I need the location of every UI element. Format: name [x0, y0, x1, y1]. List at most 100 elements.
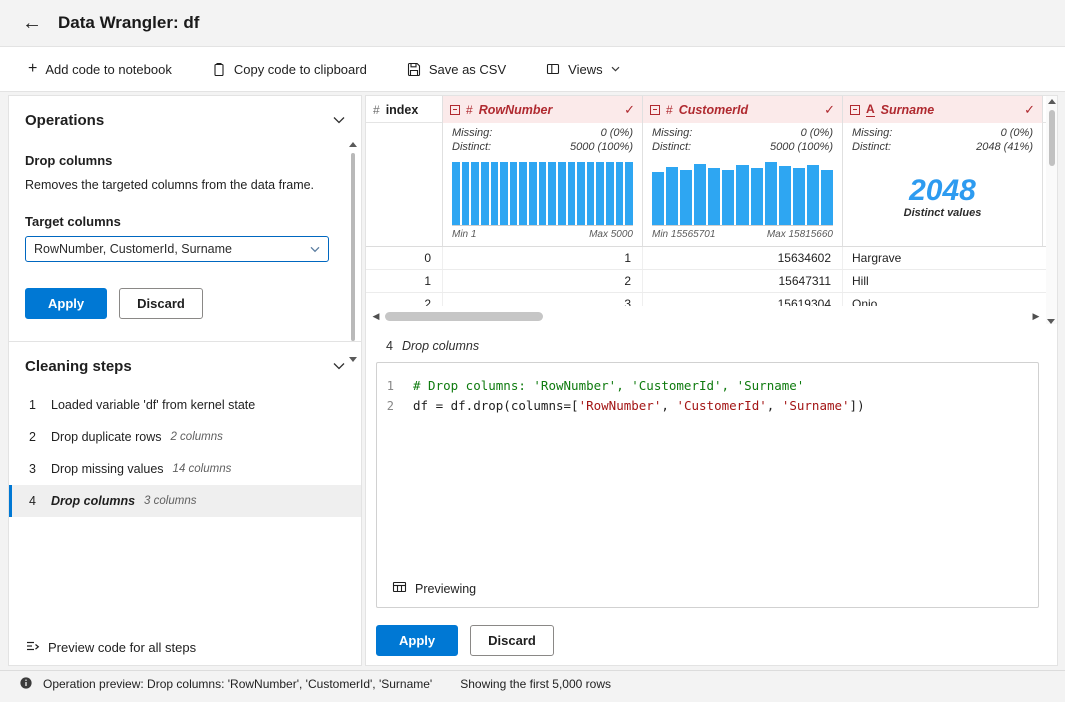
- line-number: 2: [377, 396, 413, 416]
- scroll-right-arrow-icon[interactable]: ▶: [1029, 308, 1043, 324]
- scroll-down-arrow-icon[interactable]: [349, 357, 357, 362]
- chevron-down-icon: [333, 111, 345, 129]
- cleaning-steps-section-header[interactable]: Cleaning steps: [9, 342, 361, 385]
- save-csv-label: Save as CSV: [429, 62, 506, 77]
- numeric-type-icon: #: [373, 103, 380, 117]
- save-as-csv-button[interactable]: Save as CSV: [407, 62, 506, 77]
- operation-description: Removes the targeted columns from the da…: [25, 176, 317, 194]
- toolbar: + Add code to notebook Copy code to clip…: [0, 46, 1065, 92]
- column-name: CustomerId: [679, 103, 818, 117]
- code-string: 'RowNumber': [579, 398, 662, 413]
- grid-horizontal-scrollbar[interactable]: ◀ ▶: [369, 308, 1043, 324]
- operations-section-header[interactable]: Operations: [9, 96, 361, 139]
- missing-value: 0 (0%): [1001, 127, 1033, 139]
- code-step-title: 4 Drop columns: [386, 339, 479, 353]
- discard-button[interactable]: Discard: [470, 625, 554, 656]
- cleaning-steps-title: Cleaning steps: [25, 358, 132, 375]
- chevron-down-icon: [333, 357, 345, 375]
- step-badge: 14 columns: [173, 463, 232, 475]
- scrollbar-track[interactable]: [383, 308, 1029, 324]
- table-row[interactable]: 1 2 15647311 Hill: [366, 270, 1046, 293]
- page-title: Data Wrangler: df: [58, 13, 199, 33]
- views-dropdown[interactable]: Views: [546, 62, 619, 77]
- code-step-number: 4: [386, 339, 393, 353]
- cleaning-step-3[interactable]: 3 Drop missing values 14 columns: [9, 453, 361, 485]
- previewing-status: Previewing: [392, 580, 476, 597]
- cleaning-step-4-active[interactable]: 4 Drop columns 3 columns: [9, 485, 361, 517]
- code-string: 'Surname': [782, 398, 850, 413]
- cell-surname: Hargrave: [842, 247, 1042, 269]
- status-bar: Operation preview: Drop columns: 'RowNum…: [0, 670, 1065, 697]
- scrollbar-thumb[interactable]: [385, 312, 543, 321]
- discard-button[interactable]: Discard: [119, 288, 203, 319]
- customerid-histogram[interactable]: [652, 162, 833, 226]
- missing-value: 0 (0%): [601, 127, 633, 139]
- apply-button[interactable]: Apply: [25, 288, 107, 319]
- add-code-to-notebook-button[interactable]: + Add code to notebook: [28, 61, 172, 77]
- checkmark-icon: ✓: [624, 102, 635, 118]
- table-row[interactable]: 2 3 15619304 Onio: [366, 293, 1046, 306]
- scrollbar-thumb[interactable]: [351, 153, 355, 341]
- chevron-down-icon: [611, 66, 620, 72]
- scrollbar-thumb[interactable]: [1049, 110, 1055, 166]
- operations-scrollbar[interactable]: [348, 142, 358, 362]
- rownumber-histogram[interactable]: [452, 162, 633, 226]
- scroll-up-arrow-icon[interactable]: [349, 142, 357, 147]
- deselect-column-icon[interactable]: [850, 105, 860, 115]
- index-column-header[interactable]: # index: [366, 96, 442, 123]
- distinct-label: Distinct:: [652, 141, 691, 153]
- scroll-left-arrow-icon[interactable]: ◀: [369, 308, 383, 324]
- cell-customerid: 15634602: [642, 247, 842, 269]
- distinct-count: 2048: [909, 174, 976, 207]
- code-editor[interactable]: 1 # Drop columns: 'RowNumber', 'Customer…: [376, 362, 1039, 608]
- deselect-column-icon[interactable]: [450, 105, 460, 115]
- copy-code-button[interactable]: Copy code to clipboard: [212, 62, 367, 77]
- grid-header-row: # index # RowNumber ✓ # CustomerId ✓: [366, 96, 1046, 123]
- grid-summary-row: Missing: 0 (0%) Distinct: 5000 (100%) Mi…: [366, 123, 1046, 247]
- add-code-label: Add code to notebook: [45, 62, 172, 77]
- table-row[interactable]: 0 1 15634602 Hargrave: [366, 247, 1046, 270]
- code-string: 'CustomerId': [676, 398, 766, 413]
- back-arrow-icon[interactable]: ←: [22, 13, 42, 33]
- cleaning-step-1[interactable]: 1 Loaded variable 'df' from kernel state: [9, 389, 361, 421]
- column-header-customerid[interactable]: # CustomerId ✓: [642, 96, 842, 123]
- distinct-stat: Distinct: 2048 (41%): [843, 140, 1042, 154]
- distinct-stat: Distinct: 5000 (100%): [643, 140, 842, 154]
- apply-button[interactable]: Apply: [376, 625, 458, 656]
- code-token: df = df.drop(columns=[: [413, 398, 579, 413]
- text-type-icon: A: [866, 103, 875, 117]
- numeric-type-icon: #: [466, 103, 473, 117]
- row-index: 0: [366, 251, 442, 265]
- grid-vertical-scrollbar[interactable]: [1046, 96, 1057, 324]
- operation-actions: Apply Discard: [25, 288, 345, 319]
- operation-name: Drop columns: [25, 153, 345, 168]
- deselect-column-icon[interactable]: [650, 105, 660, 115]
- distinct-label: Distinct:: [852, 141, 891, 153]
- right-panel: # index # RowNumber ✓ # CustomerId ✓: [365, 95, 1058, 666]
- scroll-up-arrow-icon[interactable]: [1048, 99, 1056, 104]
- distinct-caption: Distinct values: [904, 207, 982, 219]
- min-max-labels: Min 15565701 Max 15815660: [643, 226, 842, 240]
- target-columns-combobox[interactable]: RowNumber, CustomerId, Surname: [25, 236, 329, 262]
- distinct-stat: Distinct: 5000 (100%): [443, 140, 642, 154]
- data-grid: # index # RowNumber ✓ # CustomerId ✓: [366, 96, 1046, 306]
- distinct-label: Distinct:: [452, 141, 491, 153]
- min-label: Min 1: [452, 229, 476, 240]
- step-number: 3: [29, 462, 44, 476]
- column-header-surname[interactable]: A Surname ✓: [842, 96, 1042, 123]
- target-columns-label: Target columns: [25, 214, 345, 229]
- distinct-value: 5000 (100%): [570, 141, 633, 153]
- left-panel: Operations Drop columns Removes the targ…: [8, 95, 362, 666]
- missing-value: 0 (0%): [801, 127, 833, 139]
- preview-code-all-steps-button[interactable]: Preview code for all steps: [25, 639, 196, 656]
- min-label: Min 15565701: [652, 229, 715, 240]
- max-label: Max 5000: [589, 229, 633, 240]
- cleaning-step-2[interactable]: 2 Drop duplicate rows 2 columns: [9, 421, 361, 453]
- column-header-rownumber[interactable]: # RowNumber ✓: [442, 96, 642, 123]
- scroll-down-arrow-icon[interactable]: [1047, 319, 1055, 324]
- step-label: Drop missing values: [51, 462, 164, 476]
- column-name: Surname: [881, 103, 1018, 117]
- step-label: Loaded variable 'df' from kernel state: [51, 398, 255, 412]
- step-number: 1: [29, 398, 44, 412]
- code-step-name: Drop columns: [402, 339, 479, 353]
